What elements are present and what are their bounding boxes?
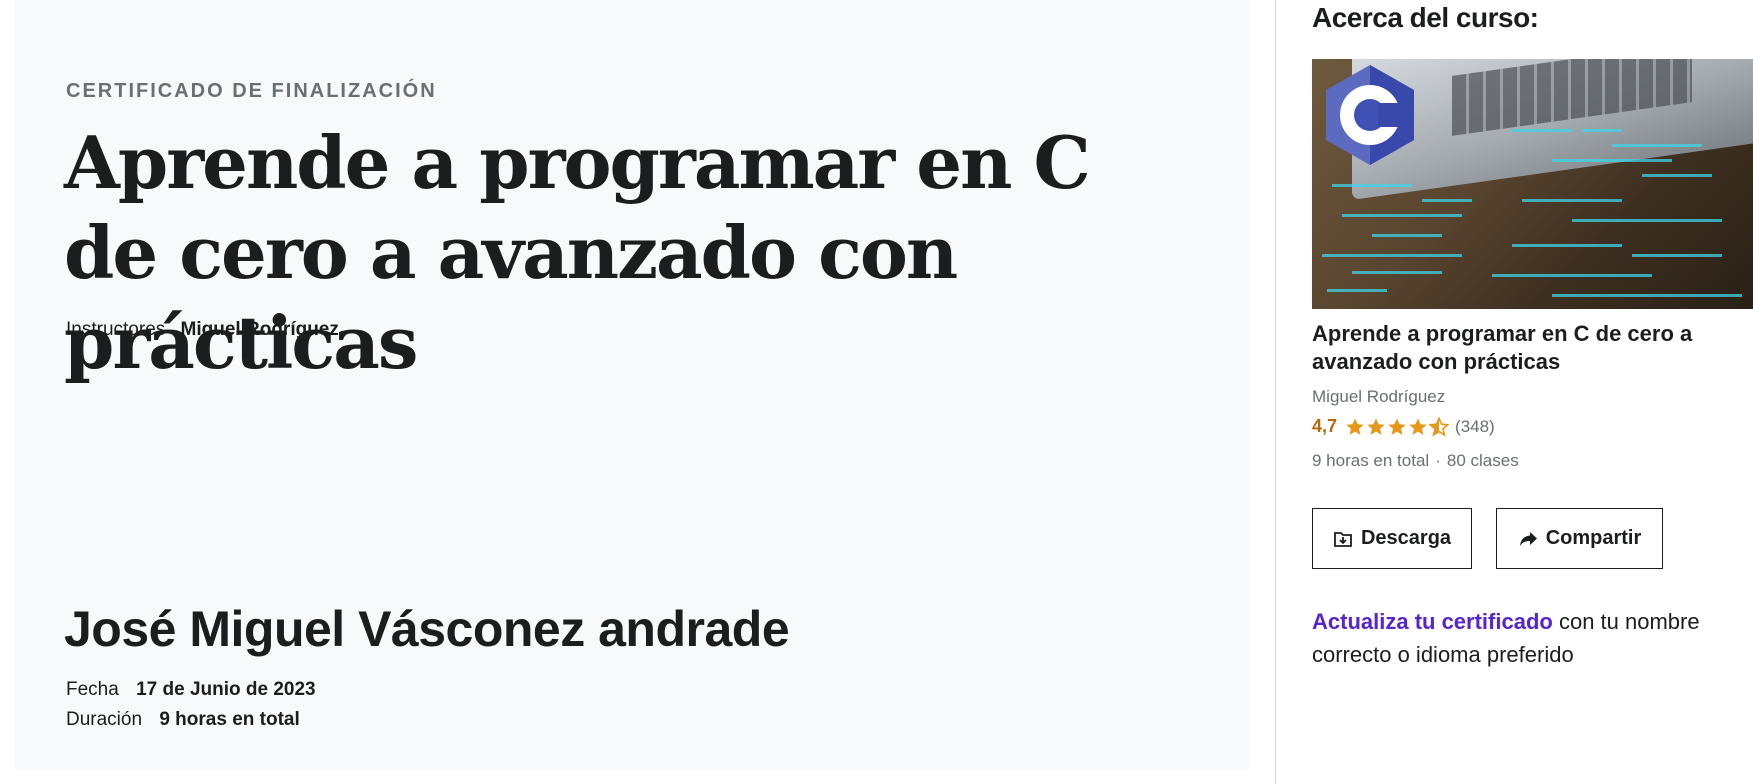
share-label: Compartir: [1545, 527, 1642, 549]
certificate-label: CERTIFICADO DE FINALIZACIÓN: [66, 80, 437, 102]
course-hours: 9 horas en total: [1312, 451, 1430, 470]
instructors-label: Instructores: [66, 319, 166, 340]
rating-count: (348): [1455, 416, 1495, 436]
half-star-icon: [1429, 416, 1450, 437]
rating-value: 4,7: [1312, 416, 1338, 436]
folder-download-icon: [1334, 531, 1352, 547]
stats-separator: ·: [1435, 451, 1441, 470]
course-title-link[interactable]: Aprende a programar en C de cero a avanz…: [1312, 320, 1742, 376]
instructors-row: Instructores Miguel Rodríguez: [66, 319, 339, 341]
star-icon: [1367, 418, 1385, 435]
course-author: Miguel Rodríguez: [1312, 387, 1446, 406]
star-icon: [1346, 418, 1364, 435]
download-label: Descarga: [1360, 527, 1452, 549]
certificate-panel: CERTIFICADO DE FINALIZACIÓN Aprende a pr…: [15, 0, 1250, 769]
duration-row: Duración 9 horas en total: [66, 709, 300, 731]
date-value: 17 de Junio de 2023: [136, 679, 316, 700]
share-button[interactable]: Compartir: [1496, 508, 1663, 569]
star-icon: [1409, 418, 1427, 435]
upgrade-note: Actualiza tu certificado con tu nombre c…: [1312, 605, 1752, 671]
share-arrow-icon: [1519, 531, 1537, 546]
sidebar-heading: Acerca del curso:: [1312, 2, 1539, 33]
rating-row: 4,7 (348): [1312, 416, 1495, 437]
course-thumbnail[interactable]: [1312, 59, 1753, 309]
duration-value: 9 horas en total: [159, 709, 300, 730]
date-label: Fecha: [66, 679, 119, 700]
rating-stars: [1345, 416, 1450, 437]
instructors-value: Miguel Rodríguez: [180, 319, 339, 340]
certificate-course-title: Aprende a programar en C de cero a avanz…: [64, 120, 1091, 385]
upgrade-certificate-link[interactable]: Actualiza tu certificado: [1312, 609, 1553, 634]
date-row: Fecha 17 de Junio de 2023: [66, 679, 316, 701]
download-button[interactable]: Descarga: [1312, 508, 1472, 569]
star-icon: [1388, 418, 1406, 435]
course-stats: 9 horas en total · 80 clases: [1312, 451, 1519, 471]
course-lectures: 80 clases: [1446, 451, 1519, 470]
sidebar-divider: [1275, 0, 1276, 784]
student-name: José Miguel Vásconez andrade: [64, 601, 790, 657]
c-language-logo-icon: [1326, 65, 1414, 165]
duration-label: Duración: [66, 709, 143, 730]
